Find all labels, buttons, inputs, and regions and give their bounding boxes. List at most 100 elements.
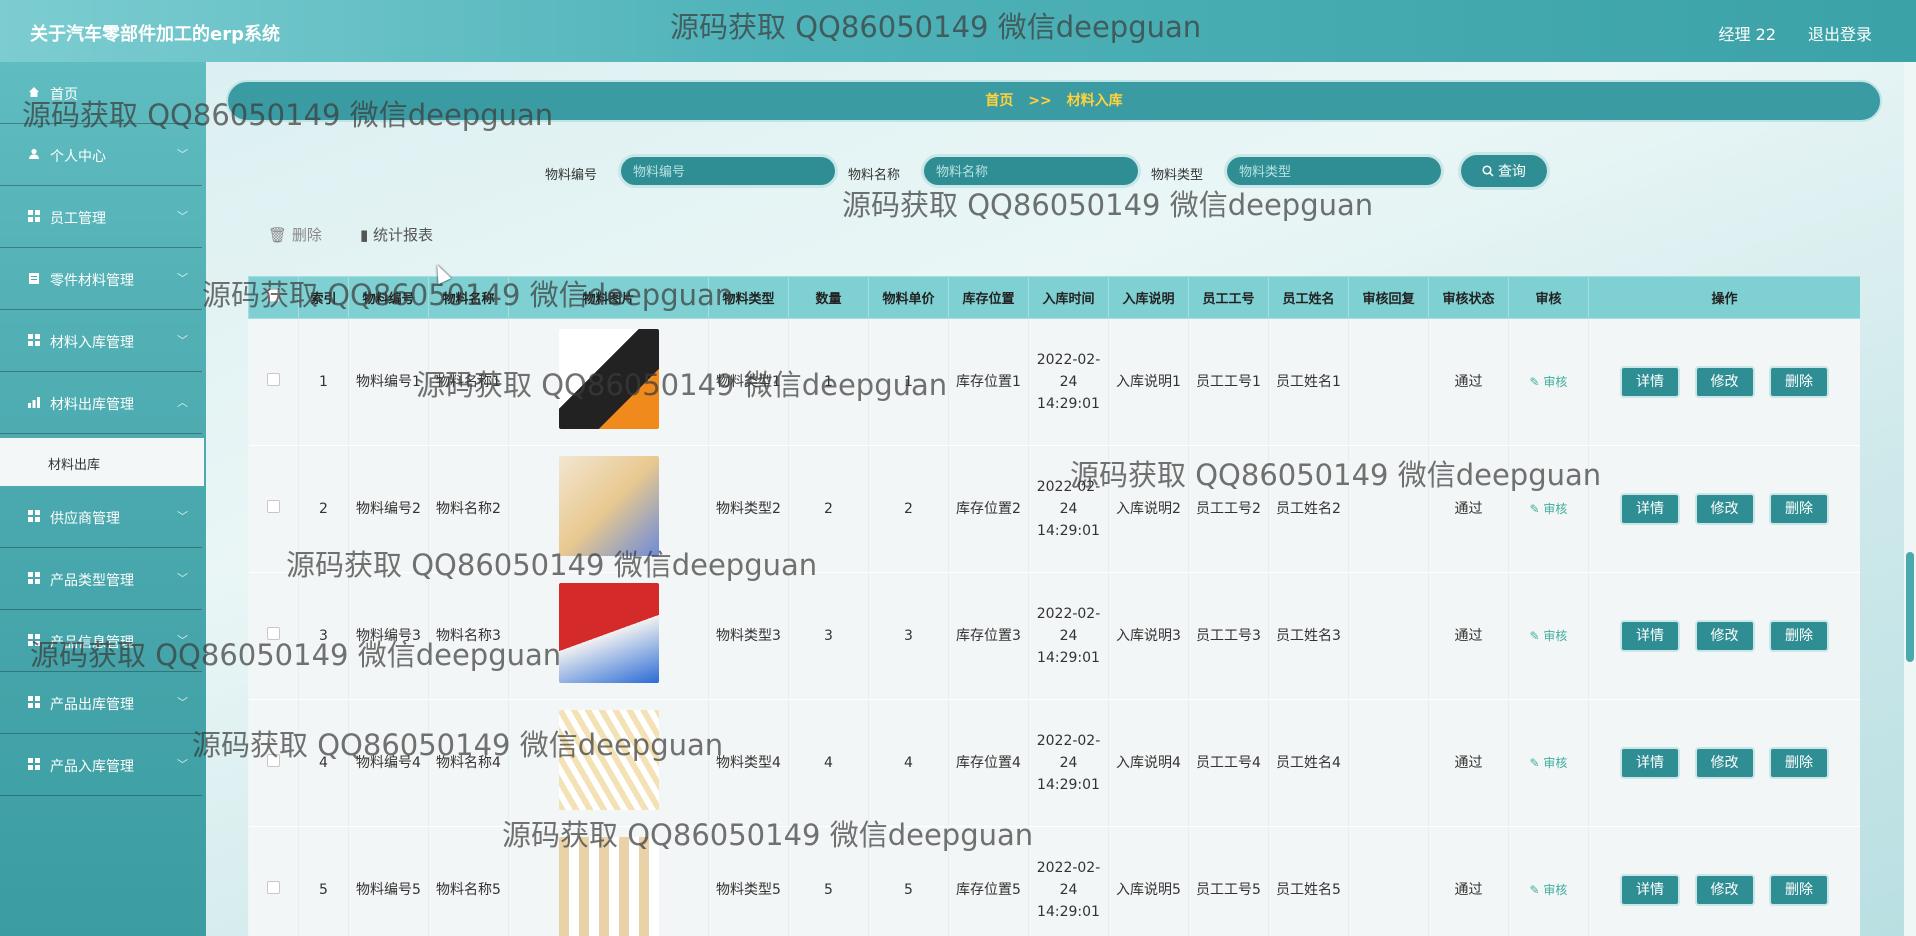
sidebar-item-product-in[interactable]: 产品入库管理 ﹀ — [0, 734, 202, 796]
sidebar-subitem-material-out[interactable]: 材料出库 — [0, 438, 204, 486]
row-select-cell — [248, 572, 299, 700]
sidebar-item-material-in[interactable]: 材料入库管理 ﹀ — [0, 310, 202, 372]
time-cell: 2022-02-24 14:29:01 — [1028, 318, 1109, 446]
sidebar-item-suppliers[interactable]: 供应商管理 ﹀ — [0, 486, 202, 548]
detail-button[interactable]: 详情 — [1620, 493, 1681, 525]
desc-cell: 入库说明2 — [1108, 445, 1189, 573]
audit-cell: ✎ 审核 — [1508, 318, 1589, 446]
status-cell: 通过 — [1428, 572, 1509, 700]
qty-cell: 4 — [788, 699, 869, 827]
column-header: 审核 — [1508, 276, 1589, 319]
delete-button[interactable]: 删除 — [1768, 366, 1829, 398]
audit-link[interactable]: ✎ 审核 — [1530, 502, 1568, 516]
detail-button[interactable]: 详情 — [1620, 874, 1681, 906]
row-checkbox[interactable] — [266, 500, 280, 513]
qty-cell: 3 — [788, 572, 869, 700]
grid-icon — [28, 210, 40, 222]
actions-cell: 详情 修改 删除 — [1588, 572, 1860, 700]
edit-button[interactable]: 修改 — [1694, 620, 1755, 652]
column-header: 库存位置 — [948, 276, 1029, 319]
name-search-input[interactable] — [921, 154, 1141, 188]
sidebar-item-material-out[interactable]: 材料出库管理 ︿ — [0, 372, 202, 434]
app-title: 关于汽车零部件加工的erp系统 — [30, 24, 280, 45]
status-cell: 通过 — [1428, 826, 1509, 936]
query-button[interactable]: 查询 — [1458, 152, 1550, 190]
stats-report-button[interactable]: ▮ 统计报表 — [360, 224, 433, 245]
audit-link[interactable]: ✎ 审核 — [1530, 756, 1568, 770]
index-cell: 3 — [298, 572, 349, 700]
desc-cell: 入库说明3 — [1108, 572, 1189, 700]
row-checkbox[interactable] — [266, 627, 280, 640]
reply-cell — [1348, 318, 1429, 446]
edit-button[interactable]: 修改 — [1694, 747, 1755, 779]
select-all-checkbox[interactable] — [267, 289, 280, 302]
emp-name-cell: 员工姓名1 — [1268, 318, 1349, 446]
scrollbar-thumb[interactable] — [1906, 552, 1914, 662]
edit-button[interactable]: 修改 — [1694, 874, 1755, 906]
image-cell — [508, 445, 709, 573]
emp-no-cell: 员工工号1 — [1188, 318, 1269, 446]
delete-button[interactable]: 删除 — [1768, 747, 1829, 779]
actions-cell: 详情 修改 删除 — [1588, 318, 1860, 446]
code-search-input[interactable] — [618, 154, 838, 188]
sidebar-item-employees[interactable]: 员工管理 ﹀ — [0, 186, 202, 248]
delete-button[interactable]: 删除 — [1768, 493, 1829, 525]
chevron-down-icon: ﹀ — [177, 210, 188, 223]
sidebar-item-label: 首页 — [50, 87, 78, 103]
sidebar-item-label: 个人中心 — [50, 149, 106, 165]
type-search-input[interactable] — [1224, 154, 1444, 188]
delete-button[interactable]: 删除 — [1768, 874, 1829, 906]
clipboard-icon — [29, 273, 39, 284]
actions-cell: 详情 修改 删除 — [1588, 826, 1860, 936]
table-row: 1 物料编号1 物料名称1 物料类型1 1 1 库存位置1 2022-02-24 14:29:… — [248, 318, 1860, 446]
pencil-icon: ✎ — [1529, 375, 1544, 389]
chevron-down-icon: ﹀ — [177, 148, 188, 161]
detail-button[interactable]: 详情 — [1620, 747, 1681, 779]
sidebar: 首页 个人中心 ﹀ 员工管理 ﹀ 零件材料管理 ﹀ 材料入库管理 ﹀ 材料出库管… — [0, 62, 206, 936]
sidebar-item-product-info[interactable]: 产品信息管理 ﹀ — [0, 610, 202, 672]
chevron-down-icon: ﹀ — [177, 334, 188, 347]
sidebar-item-home[interactable]: 首页 — [0, 62, 202, 124]
image-cell — [508, 699, 709, 827]
sidebar-item-label: 产品出库管理 — [50, 697, 134, 713]
row-select-cell — [248, 318, 299, 446]
location-cell: 库存位置3 — [948, 572, 1029, 700]
breadcrumb-home[interactable]: 首页 — [985, 93, 1013, 109]
code-cell: 物料编号4 — [348, 699, 429, 827]
edit-button[interactable]: 修改 — [1694, 493, 1755, 525]
page-scrollbar[interactable] — [1904, 62, 1916, 936]
time-cell: 2022-02-24 14:29:01 — [1028, 445, 1109, 573]
sidebar-item-personal[interactable]: 个人中心 ﹀ — [0, 124, 202, 186]
audit-link[interactable]: ✎ 审核 — [1530, 883, 1568, 897]
emp-name-cell: 员工姓名3 — [1268, 572, 1349, 700]
grid-icon — [28, 510, 40, 522]
sidebar-item-product-out[interactable]: 产品出库管理 ﹀ — [0, 672, 202, 734]
sidebar-item-product-types[interactable]: 产品类型管理 ﹀ — [0, 548, 202, 610]
row-checkbox[interactable] — [266, 881, 280, 894]
row-checkbox[interactable] — [266, 373, 280, 386]
grid-icon — [28, 334, 40, 346]
batch-delete-button[interactable]: 🗑 删除 — [268, 224, 322, 245]
status-cell: 通过 — [1428, 445, 1509, 573]
pencil-icon: ✎ — [1529, 502, 1544, 516]
audit-link[interactable]: ✎ 审核 — [1530, 629, 1568, 643]
desc-cell: 入库说明4 — [1108, 699, 1189, 827]
audit-link[interactable]: ✎ 审核 — [1530, 375, 1568, 389]
delete-button[interactable]: 删除 — [1768, 620, 1829, 652]
price-cell: 5 — [868, 826, 949, 936]
chevron-down-icon: ﹀ — [177, 634, 188, 647]
chevron-down-icon: ﹀ — [177, 758, 188, 771]
table-row: 2 物料编号2 物料名称2 物料类型2 2 2 库存位置2 2022-02-24 14:29:… — [248, 445, 1860, 573]
detail-button[interactable]: 详情 — [1620, 366, 1681, 398]
sidebar-item-parts[interactable]: 零件材料管理 ﹀ — [0, 248, 202, 310]
name-cell: 物料名称4 — [428, 699, 509, 827]
row-checkbox[interactable] — [266, 754, 280, 767]
type-label: 物料类型 — [1151, 168, 1204, 183]
sidebar-item-label: 材料出库管理 — [50, 397, 134, 413]
logout-link[interactable]: 退出登录 — [1808, 21, 1872, 45]
sidebar-item-label: 零件材料管理 — [50, 273, 134, 289]
emp-name-cell: 员工姓名5 — [1268, 826, 1349, 936]
edit-button[interactable]: 修改 — [1694, 366, 1755, 398]
index-cell: 2 — [298, 445, 349, 573]
detail-button[interactable]: 详情 — [1620, 620, 1681, 652]
